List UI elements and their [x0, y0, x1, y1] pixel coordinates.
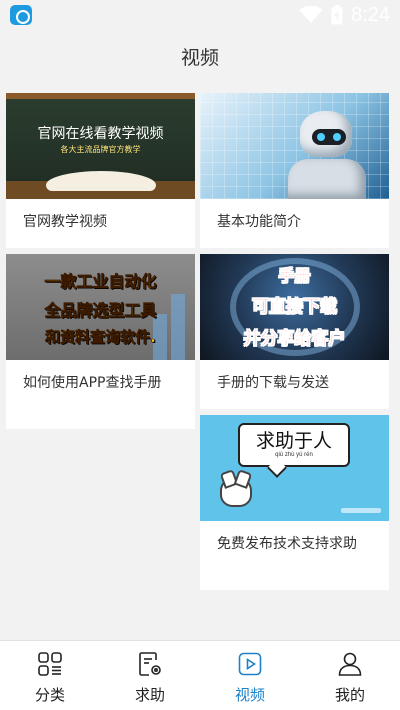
thumbnail-line: 全品牌选型工具 [44, 301, 157, 321]
dog-illustration [220, 477, 252, 507]
video-title: 免费发布技术支持求助 [217, 536, 357, 552]
thumbnail-line: 和资料查询软件. [45, 328, 156, 347]
video-thumbnail: 官网在线看教学视频 各大主流品牌官方教学 [6, 93, 195, 199]
video-title: 基本功能简介 [217, 214, 301, 230]
app-icon [10, 5, 32, 25]
video-title: 手册的下载与发送 [217, 375, 329, 391]
tab-help[interactable]: 求助 [100, 641, 200, 710]
video-card-find-manual[interactable]: 一款工业自动化 全品牌选型工具 和资料查询软件. 如何使用APP查找手册 [6, 254, 195, 429]
help-request-icon [139, 652, 161, 676]
battery-charging-icon [331, 5, 343, 25]
tab-label: 我的 [334, 686, 365, 704]
video-card-tech-support[interactable]: 求助于人 qiú zhù yú rén 免费发布技术支持求助 [200, 415, 389, 590]
tab-profile[interactable]: 我的 [300, 641, 400, 710]
tab-label: 分类 [34, 686, 65, 704]
video-title: 官网教学视频 [23, 214, 107, 230]
watermark [341, 508, 381, 513]
robot-eye [333, 133, 341, 141]
video-thumbnail: 一款工业自动化 全品牌选型工具 和资料查询软件. [6, 254, 195, 360]
tab-label: 视频 [234, 686, 265, 704]
video-card-basic-features[interactable]: 基本功能简介 [200, 93, 389, 248]
profile-icon [338, 652, 362, 676]
video-card-download-manual[interactable]: 手册 可直接下载 并分享给客户 手册的下载与发送 [200, 254, 389, 409]
video-thumbnail [200, 93, 389, 199]
status-bar: 8:24 [0, 0, 400, 30]
video-title: 如何使用APP查找手册 [23, 375, 162, 391]
category-grid-icon [38, 652, 62, 676]
video-play-icon [238, 652, 262, 676]
video-card-official-tutorial[interactable]: 官网在线看教学视频 各大主流品牌官方教学 官网教学视频 [6, 93, 195, 248]
thumbnail-subline: 各大主流品牌官方教学 [60, 145, 141, 154]
page-title: 视频 [180, 46, 219, 69]
tab-category[interactable]: 分类 [0, 641, 100, 710]
thumbnail-line: 手册 [278, 266, 311, 286]
thumbnail-line: 可直接下载 [252, 297, 338, 318]
title-bar: 视频 [0, 30, 400, 82]
thumbnail-headline: 官网在线看教学视频 [37, 126, 164, 142]
robot-eye [317, 133, 325, 141]
status-icons: 8:24 [299, 3, 390, 27]
video-thumbnail: 求助于人 qiú zhù yú rén [200, 415, 389, 521]
status-time: 8:24 [351, 3, 390, 26]
thumbnail-pinyin: qiú zhù yú rén [275, 452, 313, 458]
thumbnail-line: 一款工业自动化 [44, 272, 157, 292]
wifi-icon [299, 6, 323, 23]
video-thumbnail: 手册 可直接下载 并分享给客户 [200, 254, 389, 360]
robot-body-illustration [288, 159, 366, 199]
thumbnail-headline: 求助于人 [255, 430, 332, 452]
tab-video[interactable]: 视频 [200, 641, 300, 710]
thumbnail-frame [6, 93, 195, 99]
tab-label: 求助 [134, 686, 165, 704]
thumbnail-line: 并分享给客户 [243, 329, 346, 350]
open-book-illustration [46, 171, 156, 191]
bottom-tab-bar: 分类 求助 视频 我的 [0, 640, 400, 710]
